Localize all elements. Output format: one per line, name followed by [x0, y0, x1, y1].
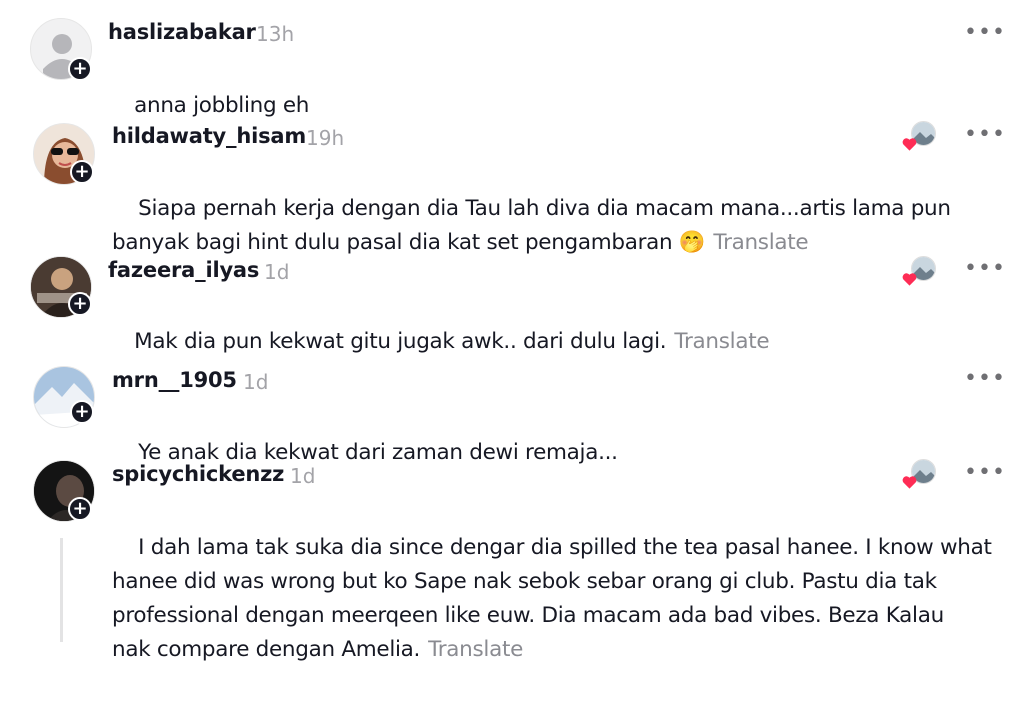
comment-username[interactable]: mrn__1905	[112, 368, 237, 392]
follow-plus-icon[interactable]: +	[70, 400, 94, 424]
creator-liked-badge	[902, 459, 936, 489]
comment-text: Ye anak dia kekwat dari zaman dewi remaj…	[112, 402, 618, 504]
translate-link[interactable]: Translate	[713, 230, 808, 255]
comment-username[interactable]: fazeera_ilyas	[108, 258, 259, 282]
comment-body: anna jobbling eh	[134, 93, 310, 118]
comment-body: Siapa pernah kerja dengan dia Tau lah di…	[112, 196, 951, 255]
creator-liked-badge	[902, 256, 936, 286]
comment-username[interactable]: hildawaty_hisam	[112, 124, 306, 148]
creator-liked-badge	[902, 121, 936, 151]
comment-body: I dah lama tak suka dia since dengar dia…	[112, 535, 992, 662]
comment-body: Mak dia pun kekwat gitu jugak awk.. dari…	[134, 329, 667, 354]
heart-icon	[902, 138, 917, 151]
follow-plus-icon[interactable]: +	[70, 160, 94, 184]
follow-plus-icon[interactable]: +	[68, 292, 92, 316]
more-options-icon[interactable]: •••	[964, 22, 1006, 44]
comment-time: 19h	[306, 126, 345, 150]
comment-time: 1d	[264, 260, 290, 284]
comment-time: 1d	[243, 370, 269, 394]
follow-plus-icon[interactable]: +	[68, 57, 92, 81]
more-options-icon[interactable]: •••	[964, 368, 1006, 390]
follow-plus-icon[interactable]: +	[68, 497, 92, 521]
more-options-icon[interactable]: •••	[964, 124, 1006, 146]
comment-time: 1d	[290, 464, 316, 488]
more-options-icon[interactable]: •••	[964, 462, 1006, 484]
comment-username[interactable]: spicychickenzz	[112, 462, 284, 486]
more-options-icon[interactable]: •••	[964, 258, 1006, 280]
comment-text: I dah lama tak suka dia since dengar dia…	[112, 497, 992, 701]
translate-link[interactable]: Translate	[428, 637, 523, 662]
comment-time: 13h	[256, 22, 295, 46]
heart-icon	[902, 273, 917, 286]
reply-thread-line	[60, 538, 63, 642]
heart-icon	[902, 476, 917, 489]
translate-link[interactable]: Translate	[674, 329, 769, 354]
comment-username[interactable]: haslizabakar	[108, 20, 256, 44]
